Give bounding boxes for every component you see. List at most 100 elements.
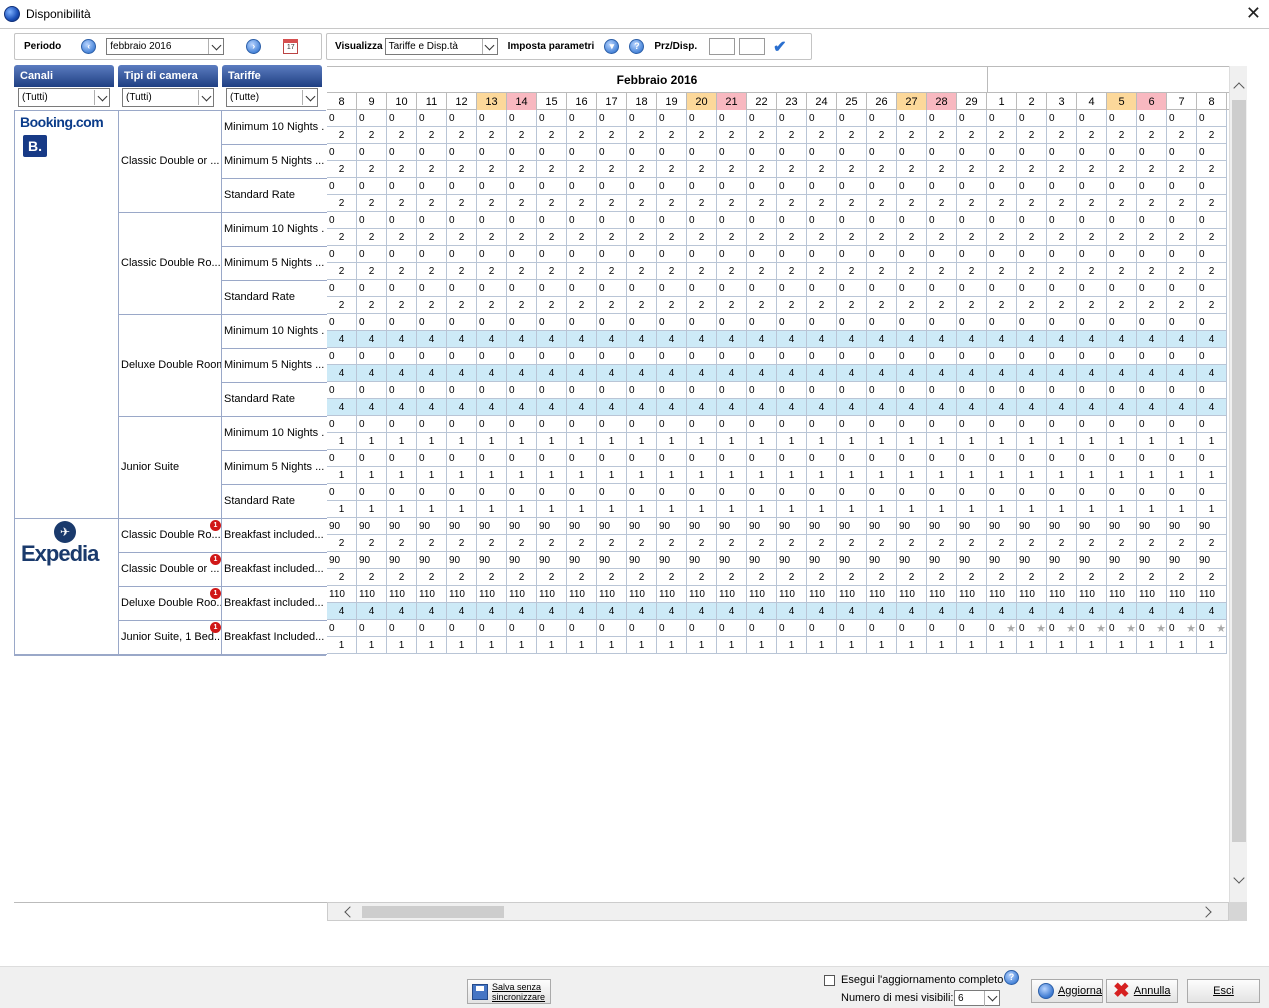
period-select[interactable]: febbraio 2016 [106, 38, 225, 55]
price-cell[interactable]: 90 [987, 518, 1017, 535]
availability-cell[interactable]: 4 [357, 365, 387, 382]
availability-cell[interactable]: 2 [1137, 161, 1167, 178]
price-cell[interactable]: 0 [537, 212, 567, 229]
availability-cell[interactable]: 2 [387, 229, 417, 246]
availability-cell[interactable]: 2 [717, 229, 747, 246]
price-cell[interactable]: 0 [777, 314, 807, 331]
availability-cell[interactable]: 2 [417, 229, 447, 246]
rate-name[interactable]: Minimum 5 Nights ... [224, 155, 324, 167]
price-cell[interactable]: 0 [417, 178, 447, 195]
price-cell[interactable]: 0 [327, 280, 357, 297]
availability-cell[interactable]: 2 [597, 297, 627, 314]
availability-cell[interactable]: 2 [537, 161, 567, 178]
price-cell[interactable]: 0 [837, 314, 867, 331]
availability-cell[interactable]: 2 [747, 263, 777, 280]
price-cell[interactable]: 90 [807, 552, 837, 569]
availability-cell[interactable]: 2 [1197, 535, 1227, 552]
checkmark-icon[interactable]: ✔ [773, 37, 786, 57]
price-cell[interactable]: 90 [717, 518, 747, 535]
room-type-name[interactable]: Classic Double Ro... [121, 529, 221, 541]
availability-cell[interactable]: 2 [447, 263, 477, 280]
availability-cell[interactable]: 2 [447, 535, 477, 552]
availability-cell[interactable]: 2 [867, 195, 897, 212]
availability-cell[interactable]: 2 [867, 535, 897, 552]
price-cell[interactable]: 110 [987, 586, 1017, 603]
availability-cell[interactable]: 2 [897, 229, 927, 246]
price-cell[interactable]: 0 [1107, 314, 1137, 331]
availability-cell[interactable]: 1 [477, 433, 507, 450]
price-cell[interactable]: 90 [1017, 518, 1047, 535]
price-cell[interactable]: 0 [1107, 382, 1137, 399]
price-cell[interactable]: 0 [957, 246, 987, 263]
price-cell[interactable]: 0 [1197, 110, 1227, 127]
price-cell[interactable]: 110 [597, 586, 627, 603]
price-cell[interactable]: 0 [567, 246, 597, 263]
availability-cell[interactable]: 1 [747, 467, 777, 484]
availability-cell[interactable]: 2 [657, 127, 687, 144]
price-cell[interactable]: 90 [657, 552, 687, 569]
availability-cell[interactable]: 4 [1017, 365, 1047, 382]
price-cell[interactable]: 90 [867, 552, 897, 569]
availability-cell[interactable]: 2 [897, 297, 927, 314]
availability-cell[interactable]: 1 [957, 501, 987, 518]
price-cell[interactable]: 0 [597, 314, 627, 331]
price-cell[interactable]: 0 [1107, 246, 1137, 263]
availability-cell[interactable]: 1 [1167, 433, 1197, 450]
availability-cell[interactable]: 2 [507, 195, 537, 212]
price-cell[interactable]: 0 [1107, 484, 1137, 501]
availability-cell[interactable]: 4 [1107, 365, 1137, 382]
price-cell[interactable]: 0 [1017, 484, 1047, 501]
availability-cell[interactable]: 2 [1017, 161, 1047, 178]
price-cell[interactable]: 0 [1047, 416, 1077, 433]
price-cell[interactable]: 0 [837, 178, 867, 195]
price-cell[interactable]: 0 [507, 348, 537, 365]
availability-cell[interactable]: 4 [777, 331, 807, 348]
availability-cell[interactable]: 4 [747, 399, 777, 416]
price-cell[interactable]: 0 [867, 450, 897, 467]
price-cell[interactable]: 90 [1047, 552, 1077, 569]
price-cell[interactable]: 0 [747, 178, 777, 195]
price-cell[interactable]: 0 [417, 382, 447, 399]
price-cell[interactable]: 0 [1137, 212, 1167, 229]
availability-cell[interactable]: 2 [1167, 569, 1197, 586]
availability-cell[interactable]: 2 [1197, 263, 1227, 280]
availability-cell[interactable]: 1 [1017, 467, 1047, 484]
price-cell[interactable]: 0 [597, 382, 627, 399]
availability-cell[interactable]: 2 [747, 535, 777, 552]
calendar-icon[interactable]: 17 [283, 39, 299, 54]
availability-cell[interactable]: 2 [627, 569, 657, 586]
price-cell[interactable]: 0 [327, 416, 357, 433]
availability-cell[interactable]: 2 [687, 161, 717, 178]
price-cell[interactable]: 0 ★ [1017, 620, 1047, 637]
price-cell[interactable]: 0 [537, 450, 567, 467]
price-cell[interactable]: 0 [447, 314, 477, 331]
price-cell[interactable]: 90 [687, 552, 717, 569]
availability-cell[interactable]: 4 [1167, 603, 1197, 620]
availability-cell[interactable]: 2 [597, 229, 627, 246]
price-cell[interactable]: 0 [357, 382, 387, 399]
price-cell[interactable]: 90 [747, 552, 777, 569]
price-cell[interactable]: 0 [537, 280, 567, 297]
availability-cell[interactable]: 1 [357, 637, 387, 654]
price-cell[interactable]: 0 ★ [1107, 620, 1137, 637]
availability-cell[interactable]: 4 [987, 603, 1017, 620]
price-cell[interactable]: 0 [447, 450, 477, 467]
price-cell[interactable]: 0 [1167, 110, 1197, 127]
availability-cell[interactable]: 1 [387, 637, 417, 654]
price-cell[interactable]: 0 [867, 280, 897, 297]
price-cell[interactable]: 0 [867, 144, 897, 161]
price-cell[interactable]: 0 [1077, 280, 1107, 297]
price-cell[interactable]: 0 [1047, 450, 1077, 467]
price-cell[interactable]: 0 [387, 484, 417, 501]
availability-cell[interactable]: 2 [387, 569, 417, 586]
availability-cell[interactable]: 1 [417, 501, 447, 518]
availability-cell[interactable]: 1 [897, 467, 927, 484]
availability-cell[interactable]: 2 [387, 297, 417, 314]
price-cell[interactable]: 0 [447, 212, 477, 229]
price-cell[interactable]: 0 [507, 620, 537, 637]
availability-cell[interactable]: 2 [477, 263, 507, 280]
availability-cell[interactable]: 1 [1107, 433, 1137, 450]
price-cell[interactable]: 0 [387, 178, 417, 195]
availability-cell[interactable]: 2 [1017, 229, 1047, 246]
availability-cell[interactable]: 2 [327, 297, 357, 314]
